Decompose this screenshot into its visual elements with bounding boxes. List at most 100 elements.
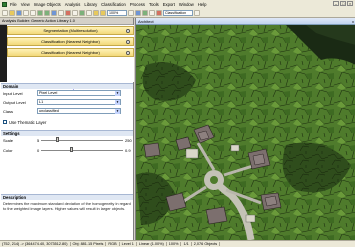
menu-bar: File View Image Objects Analysis Library…	[0, 0, 355, 8]
menu-view[interactable]: View	[20, 2, 31, 7]
roof	[205, 206, 228, 225]
process-steps: Segmentation (Multiresolution) Classific…	[0, 25, 134, 90]
segmentation-map[interactable]	[136, 25, 355, 240]
select-icon[interactable]	[86, 9, 92, 16]
panel-title: Analysis Builder: Generic Action Library…	[0, 18, 133, 25]
thematic-row: Use Thematic Layer	[1, 118, 133, 126]
output-level-label: Output Level	[3, 99, 26, 105]
steps-sidebar	[0, 25, 7, 82]
copy-icon[interactable]	[30, 9, 36, 16]
menu-analysis[interactable]: Analysis	[64, 2, 82, 7]
class-select[interactable]: unclassified ▼	[37, 108, 121, 114]
chevron-down-icon[interactable]: ▼	[115, 100, 120, 105]
image-viewer[interactable]: Architect x	[135, 18, 355, 240]
status-bar: (752, 214) -> (364474.40, 3073512.80) Ob…	[0, 240, 355, 247]
menu-library[interactable]: Library	[83, 2, 98, 7]
scale-slider[interactable]	[41, 140, 123, 141]
color-label: Color	[3, 147, 13, 153]
outline-icon[interactable]	[58, 9, 64, 16]
class-label: Class	[3, 108, 14, 114]
zoom-out-icon[interactable]	[100, 9, 106, 16]
output-level-value: L1	[39, 100, 44, 104]
save-icon[interactable]	[16, 9, 22, 16]
roof-detail	[264, 195, 278, 207]
input-level-value: Pixel Level	[39, 91, 58, 95]
thematic-checkbox[interactable]	[3, 120, 7, 124]
status-rgb: RGB	[106, 242, 120, 246]
viewer-title-label: Architect	[138, 19, 154, 24]
status-l: 1/1	[181, 242, 192, 246]
step-classification-2[interactable]: Classification (Nearest Neighbor)	[7, 48, 134, 57]
scale-max: 250	[125, 137, 132, 143]
scale-row: Scale 5 250	[1, 136, 133, 144]
step-label: Segmentation (Multiresolution)	[43, 28, 98, 33]
mixing-icon[interactable]	[142, 9, 148, 16]
step-classification-1[interactable]: Classification (Nearest Neighbor)	[7, 37, 134, 46]
class-icon[interactable]	[65, 9, 71, 16]
class-row: Class unclassified ▼	[1, 107, 133, 115]
status-count: 2,076 Objects	[192, 242, 221, 246]
new-icon[interactable]	[2, 9, 8, 16]
description-text: Determines the maximum standard deviatio…	[3, 201, 131, 211]
patio	[245, 214, 256, 223]
help-icon[interactable]	[194, 9, 200, 16]
color-slider-thumb[interactable]	[69, 147, 73, 152]
menu-image-objects[interactable]: Image Objects	[33, 2, 62, 7]
step-options-icon[interactable]	[126, 40, 130, 44]
open-icon[interactable]	[9, 9, 15, 16]
patio	[185, 148, 199, 159]
scale-label: Scale	[3, 137, 14, 143]
color-slider[interactable]	[41, 150, 123, 151]
viewer-close-icon[interactable]: x	[352, 18, 354, 25]
status-zoom: 100%	[167, 242, 182, 246]
toolbar: 100% Classification	[0, 8, 355, 18]
maximize-button[interactable]: □	[340, 1, 346, 6]
window-controls: – □ ×	[333, 1, 353, 6]
menu-tools[interactable]: Tools	[148, 2, 160, 7]
view-icon[interactable]	[51, 9, 57, 16]
output-level-row: Output Level L1 ▼	[1, 98, 133, 106]
fit-icon[interactable]	[128, 9, 134, 16]
color-row: Color 0 0.9	[1, 146, 133, 154]
minimize-button[interactable]: –	[333, 1, 339, 6]
layer-icon[interactable]	[37, 9, 43, 16]
viewer-title: Architect x	[136, 18, 355, 25]
scale-slider-thumb[interactable]	[55, 137, 59, 142]
menu-file[interactable]: File	[9, 2, 18, 7]
analysis-builder-panel: Analysis Builder: Generic Action Library…	[0, 18, 134, 240]
pan-icon[interactable]	[79, 9, 85, 16]
mode-select[interactable]: Classification	[163, 9, 193, 16]
input-level-select[interactable]: Pixel Level ▼	[37, 90, 121, 96]
close-button[interactable]: ×	[347, 1, 353, 6]
layers-icon[interactable]	[135, 9, 141, 16]
patio	[230, 144, 240, 152]
menu-help[interactable]: Help	[197, 2, 208, 7]
menu-export[interactable]: Export	[162, 2, 176, 7]
output-level-select[interactable]: L1 ▼	[37, 99, 121, 105]
status-linear: Linear (1.00%)	[137, 242, 167, 246]
scale-min: 5	[37, 137, 40, 143]
cul-de-sac-island	[210, 176, 218, 184]
edit-icon[interactable]	[156, 9, 162, 16]
chevron-down-icon[interactable]: ▼	[115, 109, 120, 114]
sample-icon[interactable]	[149, 9, 155, 16]
class-value: unclassified	[39, 109, 59, 113]
cut-icon[interactable]	[23, 9, 29, 16]
step-options-icon[interactable]	[126, 29, 130, 33]
color-max: 0.9	[125, 147, 131, 153]
menu-classification[interactable]: Classification	[100, 2, 127, 7]
step-label: Classification (Nearest Neighbor)	[41, 50, 100, 55]
image-icon[interactable]	[44, 9, 50, 16]
step-segmentation[interactable]: Segmentation (Multiresolution)	[7, 26, 134, 35]
thematic-label: Use Thematic Layer	[9, 119, 47, 125]
menu-window[interactable]: Window	[178, 2, 195, 7]
color-min: 0	[37, 147, 40, 153]
menu-process[interactable]: Process	[129, 2, 146, 7]
input-level-row: Input Level Pixel Level ▼	[1, 89, 133, 97]
roof-detail	[252, 153, 266, 166]
zoom-in-icon[interactable]	[93, 9, 99, 16]
grid-icon[interactable]	[72, 9, 78, 16]
step-options-icon[interactable]	[126, 51, 130, 55]
zoom-select[interactable]: 100%	[107, 9, 127, 16]
chevron-down-icon[interactable]: ▼	[115, 91, 120, 96]
